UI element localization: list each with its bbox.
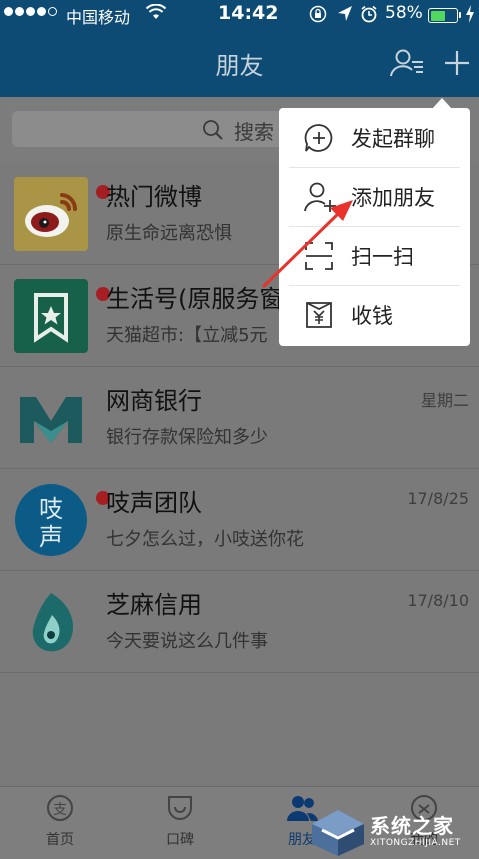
conversation-time: 星期二	[420, 391, 469, 410]
conversation-title: 吱声团队	[106, 489, 202, 517]
watermark-logo	[312, 810, 364, 856]
search-placeholder: 搜索	[234, 120, 274, 144]
menu-label: 添加朋友	[351, 186, 435, 210]
charging-bolt-icon	[465, 4, 475, 28]
list-item[interactable]: 吱 声 吱声团队 七夕怎么过，小吱送你花 17/8/25	[0, 469, 479, 571]
menu-item-scan[interactable]: 扫一扫	[279, 226, 470, 285]
mybank-avatar	[14, 381, 88, 455]
plus-icon[interactable]	[444, 50, 470, 80]
wifi-icon	[145, 3, 167, 24]
menu-item-group-chat[interactable]: 发起群聊	[279, 108, 470, 167]
svg-text:声: 声	[39, 523, 63, 551]
signal-strength-icon	[4, 7, 57, 16]
watermark-url: XITONGZHIJIA.NET	[370, 838, 461, 848]
search-icon	[202, 119, 224, 145]
menu-label: 扫一扫	[351, 245, 414, 269]
scan-icon	[303, 240, 335, 276]
watermark-text: 系统之家	[370, 814, 454, 838]
conversation-preview: 今天要说这么几件事	[106, 631, 268, 652]
alarm-icon	[360, 5, 378, 27]
battery-percent: 58%	[385, 3, 423, 23]
home-icon: 支	[47, 795, 73, 821]
conversation-title: 热门微博	[106, 183, 202, 211]
koubei-icon	[168, 796, 192, 820]
top-bar: 中国移动 14:42 58% 朋友	[0, 0, 479, 97]
status-bar: 中国移动 14:42 58%	[0, 0, 479, 30]
conversation-title: 网商银行	[106, 387, 202, 415]
orientation-lock-icon	[309, 5, 327, 27]
add-friend-icon	[303, 181, 337, 217]
tab-label: 首页	[46, 832, 74, 848]
tab-label: 口碑	[166, 832, 194, 848]
popup-menu: 发起群聊 添加朋友 扫一扫 收钱	[279, 108, 470, 346]
receive-money-icon	[303, 299, 335, 335]
svg-text:吱: 吱	[39, 495, 63, 523]
list-item[interactable]: 芝麻信用 今天要说这么几件事 17/8/10	[0, 571, 479, 673]
carrier-name: 中国移动	[66, 8, 131, 27]
conversation-title: 生活号(原服务窗	[106, 285, 284, 313]
conversation-time: 17/8/10	[407, 591, 469, 610]
conversation-preview: 原生命远离恐惧	[106, 223, 232, 244]
list-item[interactable]: 网商银行 银行存款保险知多少 星期二	[0, 367, 479, 469]
chat-plus-icon	[303, 122, 335, 158]
zhima-avatar	[14, 585, 88, 659]
menu-item-receive-money[interactable]: 收钱	[279, 285, 470, 344]
conversation-preview: 银行存款保险知多少	[106, 427, 268, 448]
conversation-preview: 七夕怎么过，小吱送你花	[106, 529, 304, 550]
location-icon	[337, 5, 353, 27]
contacts-icon[interactable]	[390, 48, 426, 82]
shenghuohao-avatar	[14, 279, 110, 353]
menu-label: 收钱	[351, 304, 393, 328]
menu-label: 发起群聊	[351, 127, 435, 151]
menu-item-add-friend[interactable]: 添加朋友	[279, 167, 470, 226]
conversation-preview: 天猫超市:【立减5元	[106, 325, 268, 346]
tab-home[interactable]: 支 首页	[20, 793, 100, 849]
weibo-avatar	[14, 177, 110, 251]
svg-text:支: 支	[53, 802, 67, 818]
tab-koubei[interactable]: 口碑	[140, 793, 220, 849]
conversation-time: 17/8/25	[407, 489, 469, 508]
clock: 14:42	[218, 2, 279, 24]
battery-icon	[428, 8, 458, 23]
conversation-title: 芝麻信用	[106, 591, 202, 619]
nav-bar: 朋友	[0, 30, 479, 97]
zhisheng-avatar: 吱 声	[14, 483, 110, 557]
watermark: 系统之家 XITONGZHIJIA.NET	[308, 806, 479, 859]
